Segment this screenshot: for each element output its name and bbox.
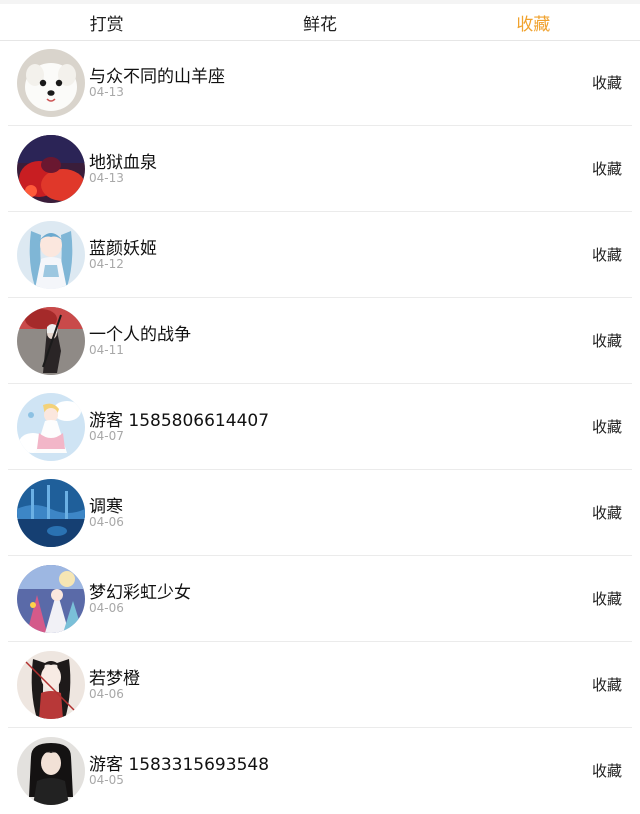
favorite-action[interactable]: 收藏 [592, 244, 622, 265]
list-item[interactable]: 若梦橙 04-06 收藏 [0, 642, 640, 728]
favorite-action[interactable]: 收藏 [592, 588, 622, 609]
favorite-action[interactable]: 收藏 [592, 158, 622, 179]
user-name: 与众不同的山羊座 [89, 67, 225, 87]
user-name: 游客 1585806614407 [89, 411, 270, 431]
tab-reward[interactable]: 打赏 [0, 4, 213, 40]
favorite-date: 04-06 [89, 687, 124, 701]
blue-ocean-avatar [17, 479, 85, 547]
user-name: 蓝颜妖姬 [89, 239, 157, 259]
ink-portrait-avatar [17, 651, 85, 719]
list-item[interactable]: 与众不同的山羊座 04-13 收藏 [0, 40, 640, 126]
favorite-date: 04-12 [89, 257, 124, 271]
list-item[interactable]: 梦幻彩虹少女 04-06 收藏 [0, 556, 640, 642]
list-item[interactable]: 一个人的战争 04-11 收藏 [0, 298, 640, 384]
favorite-action[interactable]: 收藏 [592, 674, 622, 695]
favorite-date: 04-13 [89, 171, 124, 185]
colorful-anime-avatar [17, 565, 85, 633]
white-puppy-avatar [17, 49, 85, 117]
favorite-action[interactable]: 收藏 [592, 760, 622, 781]
favorite-action[interactable]: 收藏 [592, 502, 622, 523]
favorite-action[interactable]: 收藏 [592, 72, 622, 93]
tab-bar: 打赏 鲜花 收藏 [0, 4, 640, 41]
tab-flowers[interactable]: 鲜花 [213, 4, 426, 40]
favorite-date: 04-11 [89, 343, 124, 357]
user-name: 梦幻彩虹少女 [89, 583, 191, 603]
favorite-action[interactable]: 收藏 [592, 330, 622, 351]
user-list: 与众不同的山羊座 04-13 收藏 地狱血泉 04-13 收藏 蓝颜妖姬 04-… [0, 40, 640, 814]
list-item[interactable]: 游客 1583315693548 04-05 收藏 [0, 728, 640, 814]
list-item[interactable]: 调寒 04-06 收藏 [0, 470, 640, 556]
red-dark-avatar [17, 135, 85, 203]
list-item[interactable]: 游客 1585806614407 04-07 收藏 [0, 384, 640, 470]
list-item[interactable]: 地狱血泉 04-13 收藏 [0, 126, 640, 212]
user-name: 调寒 [89, 497, 123, 517]
anime-girl-blue-avatar [17, 221, 85, 289]
tab-favorites[interactable]: 收藏 [427, 4, 640, 40]
user-name: 游客 1583315693548 [89, 755, 270, 775]
user-name: 一个人的战争 [89, 325, 191, 345]
favorite-date: 04-13 [89, 85, 124, 99]
girl-photo-avatar [17, 737, 85, 805]
favorite-action[interactable]: 收藏 [592, 416, 622, 437]
favorite-date: 04-07 [89, 429, 124, 443]
list-item[interactable]: 蓝颜妖姬 04-12 收藏 [0, 212, 640, 298]
user-name: 若梦橙 [89, 669, 140, 689]
favorite-date: 04-05 [89, 773, 124, 787]
favorite-date: 04-06 [89, 601, 124, 615]
anime-angel-avatar [17, 393, 85, 461]
favorite-date: 04-06 [89, 515, 124, 529]
dark-warrior-avatar [17, 307, 85, 375]
user-name: 地狱血泉 [89, 153, 157, 173]
